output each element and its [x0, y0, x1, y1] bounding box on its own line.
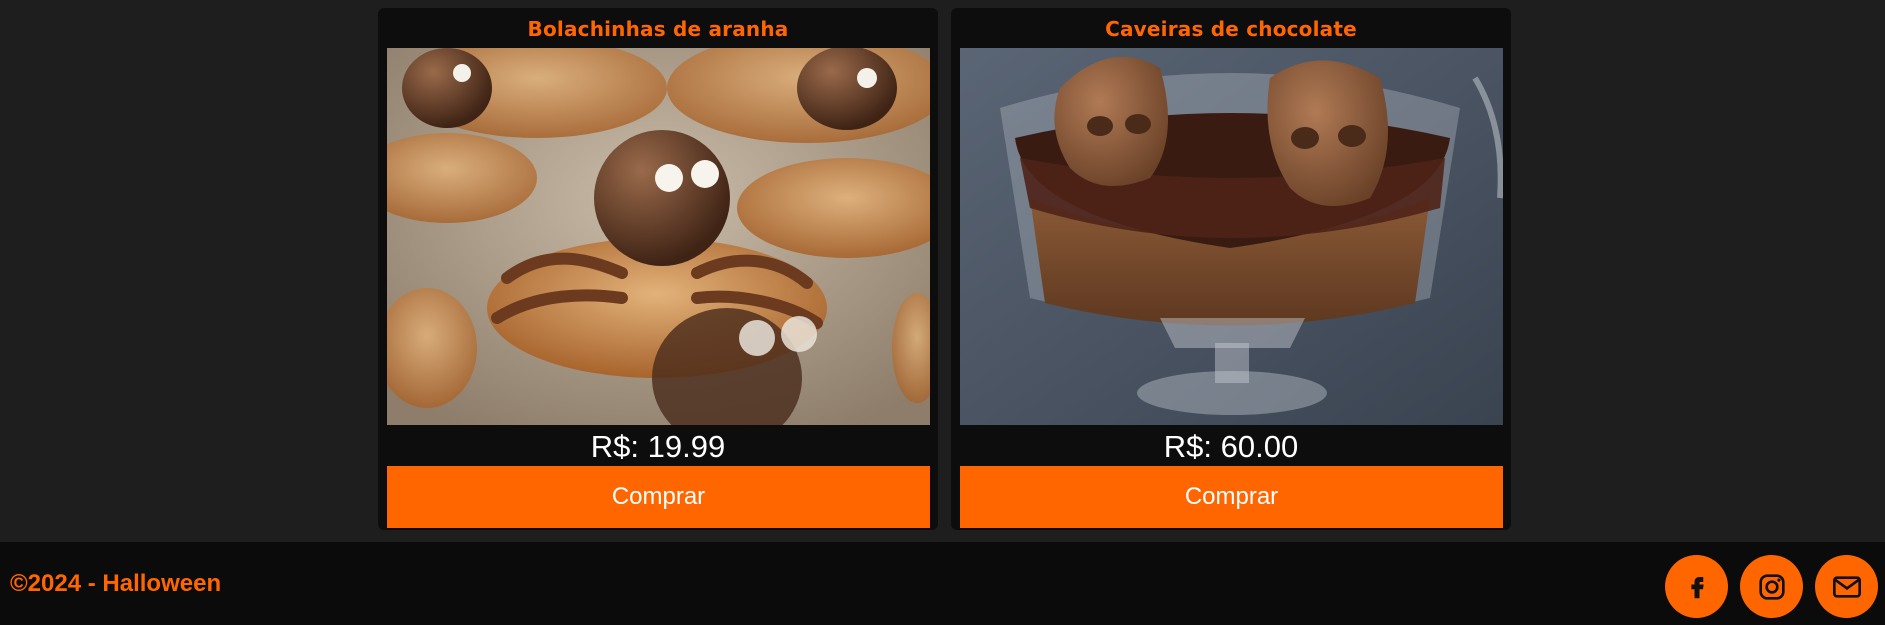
email-link[interactable] [1815, 555, 1878, 618]
chocolate-skulls-image [960, 48, 1503, 425]
footer: ©2024 - Halloween [0, 542, 1885, 625]
product-grid: Bolachinhas de aranha R$: 19.99 Comprar … [0, 0, 1885, 542]
product-card: Caveiras de chocolate R$: 60.00 Comprar [951, 8, 1511, 530]
buy-button[interactable]: Comprar [387, 466, 930, 528]
mail-icon [1832, 575, 1861, 598]
product-price: R$: 19.99 [590, 429, 726, 464]
product-title: Bolachinhas de aranha [527, 17, 789, 41]
product-title: Caveiras de chocolate [1105, 17, 1357, 41]
spider-cookies-image [387, 48, 930, 425]
facebook-link[interactable] [1665, 555, 1728, 618]
facebook-icon [1690, 576, 1704, 598]
instagram-icon [1758, 573, 1785, 600]
buy-button[interactable]: Comprar [960, 466, 1503, 528]
instagram-link[interactable] [1740, 555, 1803, 618]
product-price: R$: 60.00 [1163, 429, 1299, 464]
copyright-text: ©2024 - Halloween [10, 570, 222, 597]
product-card: Bolachinhas de aranha R$: 19.99 Comprar [378, 8, 938, 530]
